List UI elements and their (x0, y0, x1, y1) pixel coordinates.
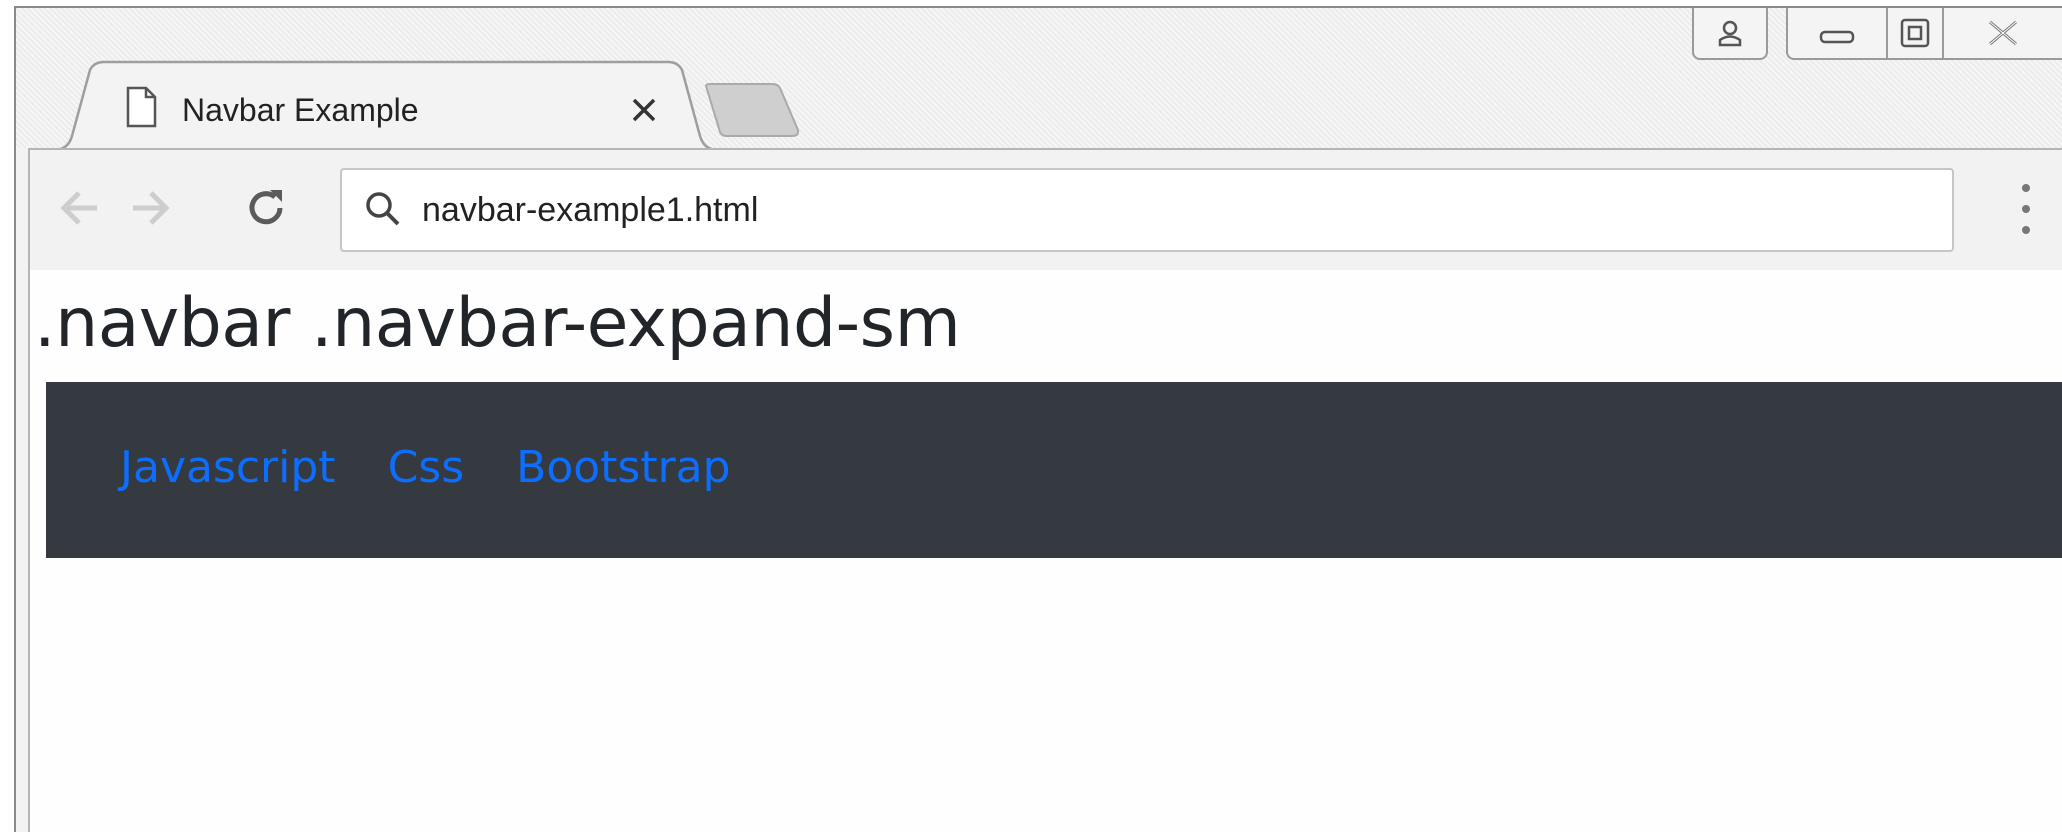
browser-menu-button[interactable] (2014, 184, 2038, 234)
window-controls (1692, 8, 2062, 60)
page-heading: .navbar .navbar-expand-sm (34, 284, 961, 363)
navbar-item: Bootstrap (516, 438, 782, 498)
navbar-item: Javascript (120, 438, 388, 498)
back-button[interactable] (52, 178, 108, 238)
nav-link-javascript[interactable]: Javascript (120, 442, 336, 493)
reload-icon (249, 190, 283, 225)
browser-toolbar (28, 148, 2062, 272)
close-icon (632, 98, 656, 122)
minimize-button[interactable] (1786, 8, 1886, 60)
profile-icon (1718, 20, 1742, 47)
navbar-item: Css (388, 438, 517, 498)
maximize-button[interactable] (1886, 8, 1942, 60)
back-arrow-icon (60, 191, 97, 225)
title-bar: Navbar Example (16, 8, 2062, 152)
maximize-icon (1900, 18, 1930, 48)
new-tab-button[interactable] (704, 82, 800, 145)
reload-button[interactable] (238, 178, 294, 238)
address-bar[interactable] (340, 168, 1954, 252)
address-input[interactable] (422, 170, 1922, 250)
menu-dot (2022, 226, 2030, 234)
forward-button[interactable] (122, 178, 178, 238)
menu-dot (2022, 205, 2030, 213)
nav-link-bootstrap[interactable]: Bootstrap (516, 442, 730, 493)
minimize-icon (1819, 30, 1855, 44)
menu-dots-icon (2022, 184, 2030, 192)
close-window-button[interactable] (1942, 8, 2062, 60)
search-icon (366, 192, 400, 226)
navbar-list: Javascript Css Bootstrap (46, 438, 783, 498)
nav-link-css[interactable]: Css (388, 442, 465, 493)
profile-button[interactable] (1692, 8, 1768, 60)
tab-title: Navbar Example (182, 92, 419, 128)
close-icon (1989, 20, 2017, 46)
browser-tab-active[interactable]: Navbar Example (54, 60, 718, 152)
page-viewport: .navbar .navbar-expand-sm Javascript Css… (28, 270, 2062, 832)
forward-arrow-icon (133, 191, 170, 225)
page-icon (126, 86, 157, 128)
new-tab-icon (704, 83, 800, 137)
browser-window: Navbar Example navbar-example1.html .nav… (14, 6, 2062, 832)
tab-close-button[interactable] (624, 90, 664, 130)
navbar: Javascript Css Bootstrap (46, 382, 2062, 558)
